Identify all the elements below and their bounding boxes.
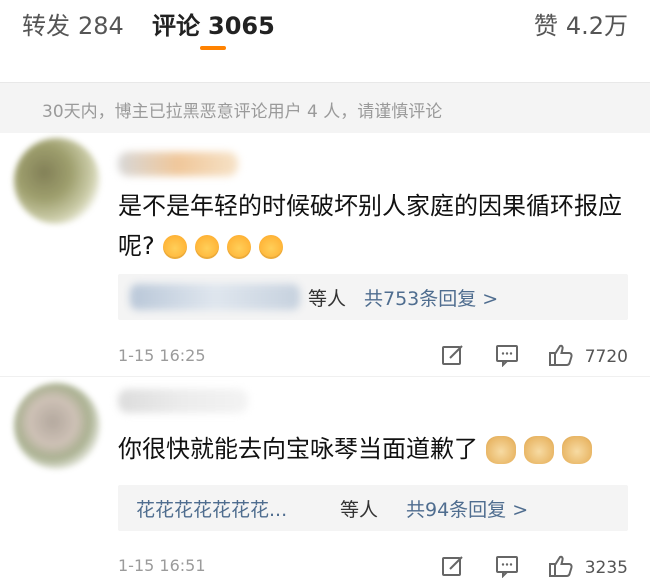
tab-comment[interactable]: 评论 3065 — [152, 6, 275, 41]
comment-body: 你很快就能去向宝咏琴当面道歉了 — [118, 435, 478, 463]
comment-timestamp: 1-15 16:25 — [118, 346, 206, 365]
active-tab-indicator — [200, 46, 226, 50]
tab-comment-count: 3065 — [208, 12, 275, 40]
avatar[interactable] — [14, 138, 100, 224]
reply-usernames-blurred — [130, 284, 300, 310]
comment-actions: 7720 — [417, 342, 628, 368]
doge-emoji-icon — [524, 436, 554, 464]
comment-body: 是不是年轻的时候破坏别人家庭的因果循环报应呢? — [118, 192, 622, 260]
like-count: 3235 — [584, 558, 628, 578]
reply-count-link[interactable]: 共753条回复 > — [364, 284, 498, 311]
comment-icon[interactable] — [495, 343, 519, 371]
comment-text: 是不是年轻的时候破坏别人家庭的因果循环报应呢? — [118, 186, 638, 266]
reply-count-link[interactable]: 共94条回复 > — [406, 495, 528, 522]
doge-emoji-icon — [562, 436, 592, 464]
tab-repost[interactable]: 转发 284 — [22, 6, 124, 41]
blush-emoji-icon — [226, 235, 251, 259]
comment-actions: 3235 — [417, 553, 628, 579]
comment-tabs: 转发 284 评论 3065 赞 4.2万 — [0, 0, 650, 82]
comment-text: 你很快就能去向宝咏琴当面道歉了 — [118, 429, 638, 469]
tab-like-label: 赞 — [533, 12, 558, 40]
comment-icon[interactable] — [495, 554, 519, 582]
tab-like[interactable]: 赞 4.2万 — [534, 6, 628, 41]
tab-like-count: 4.2万 — [565, 12, 628, 40]
tab-comment-label: 评论 — [152, 12, 200, 40]
reply-etc-label: 等人 — [340, 499, 379, 521]
doge-emoji-icon — [486, 436, 516, 464]
tab-repost-count: 284 — [78, 12, 124, 40]
comment-timestamp: 1-15 16:51 — [118, 556, 206, 575]
blush-emoji-icon — [194, 235, 219, 259]
reply-usernames[interactable]: 花花花花花花花... — [136, 495, 287, 522]
replies-preview[interactable]: 花花花花花花花... 等人 共94条回复 > — [118, 485, 628, 531]
username-blurred[interactable] — [118, 389, 248, 413]
reply-etc-label: 等人 — [308, 288, 347, 310]
like-count: 7720 — [584, 347, 628, 367]
blush-emoji-icon — [258, 235, 283, 259]
repost-icon[interactable] — [441, 554, 465, 582]
comment-item: 你很快就能去向宝咏琴当面道歉了 花花花花花花花... 等人 共94条回复 > 1… — [0, 376, 650, 580]
thumbs-up-icon[interactable] — [548, 342, 574, 372]
comment-item: 是不是年轻的时候破坏别人家庭的因果循环报应呢? 等人 共753条回复 > 1-1… — [0, 132, 650, 376]
replies-preview[interactable]: 等人 共753条回复 > — [118, 274, 628, 320]
repost-icon[interactable] — [441, 343, 465, 371]
moderation-notice: 30天内，博主已拉黑恶意评论用户 4 人，请谨慎评论 — [0, 82, 650, 133]
avatar[interactable] — [14, 383, 100, 469]
tab-repost-label: 转发 — [22, 12, 70, 40]
blush-emoji-icon — [162, 235, 187, 259]
moderation-notice-text: 30天内，博主已拉黑恶意评论用户 4 人，请谨慎评论 — [42, 102, 443, 122]
username-blurred[interactable] — [118, 152, 238, 176]
